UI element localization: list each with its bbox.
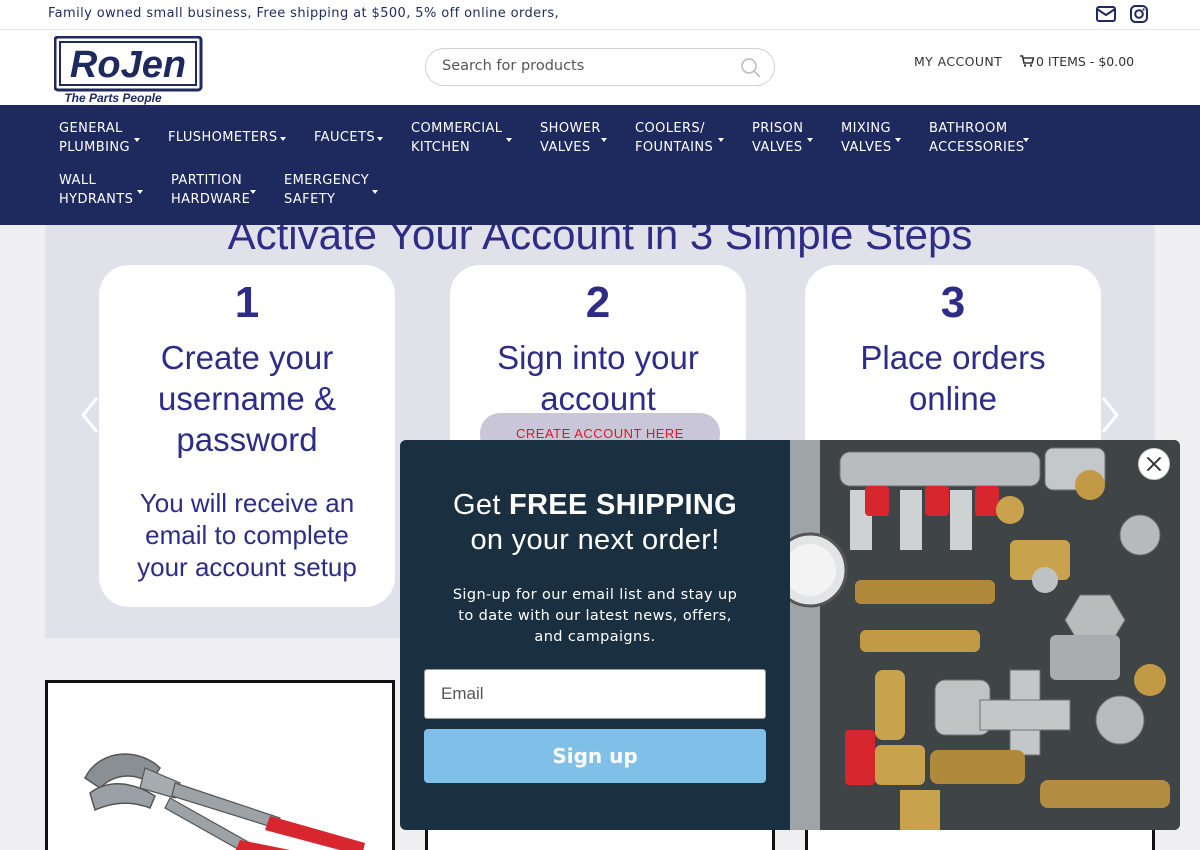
chevron-left-icon[interactable]: [80, 395, 100, 435]
chevron-down-icon: [280, 137, 286, 141]
free-shipping-text: FREE SHIPPING: [509, 489, 737, 521]
plumbing-fittings-illustration: [790, 440, 1180, 830]
chevron-down-icon: [601, 138, 607, 142]
nav-item-shower-valves[interactable]: SHOWER VALVES: [540, 119, 601, 157]
step-number: 2: [585, 278, 611, 327]
main-navigation: GENERAL PLUMBING FLUSHOMETERS FAUCETS COM…: [0, 105, 1200, 225]
nav-item-commercial-kitchen[interactable]: COMMERCIAL KITCHEN: [411, 119, 502, 157]
step-title: Create your username & password: [158, 339, 336, 458]
step-title: Sign into your account: [497, 339, 699, 417]
chevron-down-icon: [134, 138, 140, 142]
nav-item-flushometers[interactable]: FLUSHOMETERS: [168, 128, 278, 147]
step-title: Place orders online: [860, 339, 1046, 417]
chevron-right-icon[interactable]: [1100, 395, 1120, 435]
site-header: RoJen The Parts People MY ACCOUNT 0 ITEM…: [0, 30, 1200, 105]
nav-item-wall-hydrants[interactable]: WALL HYDRANTS: [59, 171, 133, 209]
search-icon[interactable]: [740, 57, 762, 79]
step-number: 3: [940, 278, 966, 327]
nav-item-emergency-safety[interactable]: EMERGENCY SAFETY: [284, 171, 369, 209]
chevron-down-icon: [895, 138, 901, 142]
popup-heading: Get FREE SHIPPING on your next order!: [453, 489, 737, 556]
chevron-down-icon: [372, 190, 378, 194]
top-announcement-bar: Family owned small business, Free shippi…: [0, 0, 1200, 30]
chevron-down-icon: [807, 138, 813, 142]
step-card-1: 1 Create your username & password You wi…: [99, 265, 395, 607]
nav-item-faucets[interactable]: FAUCETS: [314, 128, 375, 147]
nav-item-mixing-valves[interactable]: MIXING VALVES: [841, 119, 892, 157]
announcement-text: Family owned small business, Free shippi…: [48, 6, 560, 21]
newsletter-popup: Get FREE SHIPPING on your next order! Si…: [400, 440, 1180, 830]
instagram-icon[interactable]: [1129, 5, 1149, 23]
chevron-down-icon: [506, 138, 512, 142]
cart-summary: 0 ITEMS - $0.00: [1036, 54, 1135, 69]
nav-item-partition-hardware[interactable]: PARTITION HARDWARE: [171, 171, 250, 209]
cart-link[interactable]: 0 ITEMS - $0.00: [1020, 54, 1134, 69]
popup-form-panel: Get FREE SHIPPING on your next order! Si…: [400, 440, 790, 830]
nav-item-general-plumbing[interactable]: GENERAL PLUMBING: [59, 119, 130, 157]
chevron-down-icon: [137, 190, 143, 194]
popup-description: Sign-up for our email list and stay up t…: [452, 587, 738, 645]
plumbing-parts-image: [790, 440, 1180, 830]
envelope-icon[interactable]: [1096, 5, 1116, 23]
chevron-down-icon: [1023, 138, 1029, 142]
slider-heading: Activate Your Account in 3 Simple Steps: [227, 225, 973, 258]
nav-item-bathroom-accessories[interactable]: BATHROOM ACCESSORIES: [929, 119, 1025, 157]
chevron-down-icon: [718, 138, 724, 142]
search-box[interactable]: [425, 48, 775, 86]
plier-product-image: [84, 753, 365, 850]
nav-item-coolers-fountains[interactable]: COOLERS/FOUNTAINS: [635, 119, 713, 157]
rojen-logo[interactable]: RoJen The Parts People: [54, 36, 204, 106]
logo-tagline: The Parts People: [64, 91, 162, 105]
sign-up-button[interactable]: Sign up: [424, 729, 766, 783]
cart-icon: [1020, 55, 1034, 67]
chevron-down-icon: [377, 137, 383, 141]
search-input[interactable]: [442, 58, 722, 74]
nav-item-prison-valves[interactable]: PRISON VALVES: [752, 119, 803, 157]
chevron-down-icon: [250, 190, 256, 194]
email-field[interactable]: [424, 669, 766, 719]
close-icon[interactable]: [1138, 448, 1170, 480]
logo-wordmark: RoJen: [70, 44, 186, 86]
step-subtitle: You will receive an email to complete yo…: [137, 488, 357, 582]
step-number: 1: [234, 278, 260, 327]
my-account-link[interactable]: MY ACCOUNT: [914, 54, 1002, 69]
